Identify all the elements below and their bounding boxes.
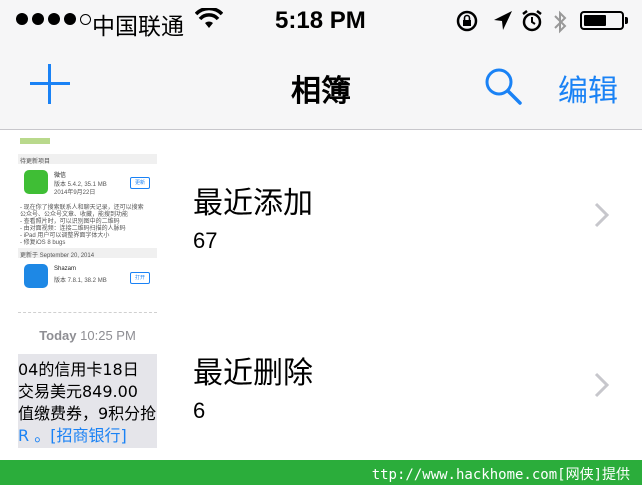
- message-line: 交易美元849.00: [18, 382, 138, 401]
- chevron-right-icon: [594, 202, 610, 228]
- battery-icon: [580, 11, 628, 30]
- thumbnail-section-title: 更新于 September 20, 2014: [20, 253, 95, 259]
- location-arrow-icon: [494, 11, 512, 30]
- thumbnail-divider: [18, 312, 157, 314]
- thumbnail-app-name: Shazam: [54, 266, 77, 272]
- message-line: 值缴费券，9积分抢: [18, 404, 157, 423]
- thumbnail-app-name: 微信: [54, 173, 67, 179]
- carrier-name: 中国联通: [92, 14, 184, 40]
- navigation-bar: 相簿 编辑: [0, 42, 642, 128]
- message-timestamp: Today 10:25 PM: [39, 328, 136, 343]
- watermark-bar: ttp://www.hackhome.com[网侠]提供: [0, 460, 642, 485]
- appstore-logo: [20, 138, 50, 144]
- thumbnail-note: - 修复iOS 8 bugs: [20, 240, 66, 246]
- thumbnail-section-title: 待更新项目: [20, 159, 51, 165]
- album-thumbnail-recently-deleted: Today 10:25 PM 04的信用卡18日 交易美元849.00 值缴费券…: [18, 306, 157, 450]
- edit-button[interactable]: 编辑: [558, 66, 618, 110]
- page-title: 相簿: [291, 74, 351, 109]
- status-time: 5:18 PM: [275, 7, 366, 34]
- watermark-text: ttp://www.hackhome.com[网侠]提供: [371, 467, 630, 483]
- wechat-app-icon: [24, 170, 48, 194]
- chevron-right-icon: [594, 372, 610, 398]
- album-thumbnail-recently-added: 待更新项目 微信 版本 5.4.2, 35.1 MB 2014年9月22日 更新…: [18, 132, 157, 288]
- message-line: R 。[招商银行]: [18, 426, 127, 445]
- bluetooth-icon: [554, 10, 567, 34]
- alarm-icon: [522, 10, 542, 32]
- message-line: 04的信用卡18日: [18, 360, 139, 379]
- orientation-lock-icon: [456, 10, 478, 32]
- thumbnail-open-button: 打开: [130, 272, 150, 284]
- search-icon[interactable]: [483, 66, 523, 106]
- album-count: 67: [193, 228, 218, 253]
- album-name: 最近添加: [193, 186, 313, 221]
- thumbnail-app-meta: 版本 7.8.1, 38.2 MB: [54, 278, 107, 284]
- shazam-app-icon: [24, 264, 48, 288]
- wifi-icon: [195, 8, 223, 28]
- album-count: 6: [193, 398, 206, 423]
- album-name: 最近删除: [193, 356, 313, 391]
- message-bubble: 04的信用卡18日 交易美元849.00 值缴费券，9积分抢 R 。[招商银行]: [18, 354, 157, 448]
- thumbnail-update-button: 更新: [130, 177, 150, 189]
- status-bar: 中国联通 5:18 PM: [0, 0, 642, 42]
- thumbnail-app-date: 2014年9月22日: [54, 190, 96, 196]
- signal-strength-icon: [16, 13, 91, 25]
